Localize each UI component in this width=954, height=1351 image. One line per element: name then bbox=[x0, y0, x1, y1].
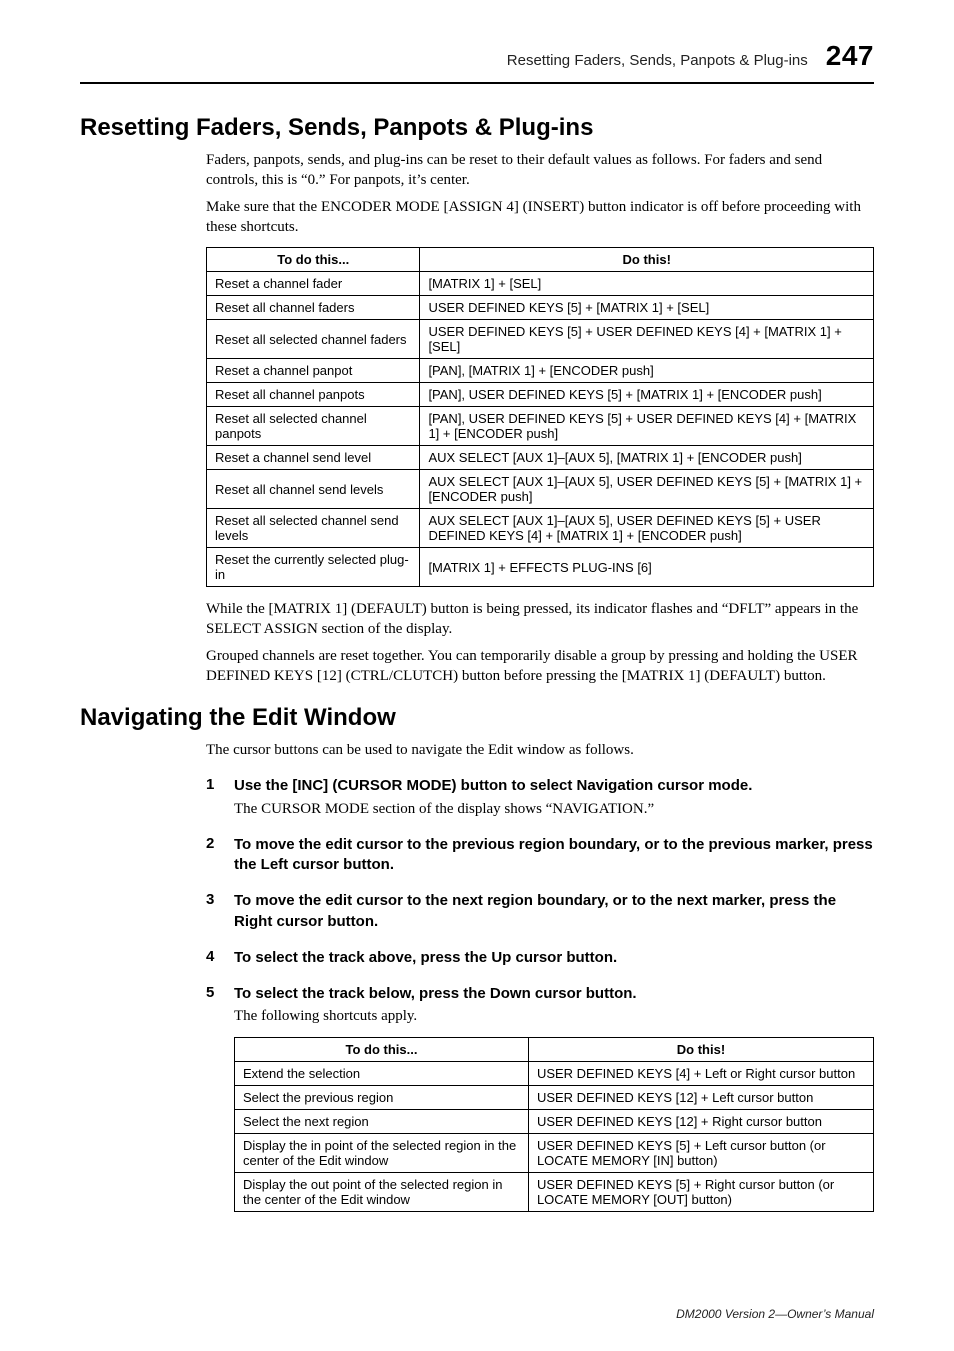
footer-text: DM2000 Version 2—Owner’s Manual bbox=[676, 1307, 874, 1321]
paragraph: While the [MATRIX 1] (DEFAULT) button is… bbox=[206, 599, 874, 640]
table-row: Reset all selected channel panpots[PAN],… bbox=[207, 407, 874, 446]
table-cell: [PAN], [MATRIX 1] + [ENCODER push] bbox=[420, 359, 874, 383]
step-body: The following shortcuts apply. bbox=[234, 1006, 874, 1026]
table-header: Do this! bbox=[420, 248, 874, 272]
table-cell: AUX SELECT [AUX 1]–[AUX 5], USER DEFINED… bbox=[420, 509, 874, 548]
running-head-title: Resetting Faders, Sends, Panpots & Plug-… bbox=[507, 52, 808, 69]
table-cell: Reset all channel send levels bbox=[207, 470, 420, 509]
paragraph: The cursor buttons can be used to naviga… bbox=[206, 740, 874, 760]
section-heading-resetting: Resetting Faders, Sends, Panpots & Plug-… bbox=[80, 114, 874, 142]
table-cell: Reset a channel fader bbox=[207, 272, 420, 296]
table-row: Reset a channel fader[MATRIX 1] + [SEL] bbox=[207, 272, 874, 296]
section-heading-navigating: Navigating the Edit Window bbox=[80, 704, 874, 732]
table-cell: USER DEFINED KEYS [5] + Left cursor butt… bbox=[528, 1133, 873, 1172]
step-body: The CURSOR MODE section of the display s… bbox=[234, 799, 874, 819]
table-row: Reset the currently selected plug-in[MAT… bbox=[207, 548, 874, 587]
navigation-shortcuts-table: To do this... Do this! Extend the select… bbox=[234, 1037, 874, 1212]
table-cell: USER DEFINED KEYS [4] + Left or Right cu… bbox=[528, 1061, 873, 1085]
table-header-row: To do this... Do this! bbox=[207, 248, 874, 272]
table-cell: Reset the currently selected plug-in bbox=[207, 548, 420, 587]
table-row: Display the in point of the selected reg… bbox=[235, 1133, 874, 1172]
table-row: Select the previous regionUSER DEFINED K… bbox=[235, 1085, 874, 1109]
paragraph: Grouped channels are reset together. You… bbox=[206, 646, 874, 687]
table-cell: Extend the selection bbox=[235, 1061, 529, 1085]
steps-list: Use the [INC] (CURSOR MODE) button to se… bbox=[206, 776, 874, 1211]
table-cell: Reset all selected channel faders bbox=[207, 320, 420, 359]
step-item: Use the [INC] (CURSOR MODE) button to se… bbox=[206, 776, 874, 819]
table-row: Reset all selected channel send levelsAU… bbox=[207, 509, 874, 548]
table-row: Reset all channel fadersUSER DEFINED KEY… bbox=[207, 296, 874, 320]
header-rule bbox=[80, 82, 874, 84]
section1-body: Faders, panpots, sends, and plug-ins can… bbox=[206, 150, 874, 686]
paragraph: Faders, panpots, sends, and plug-ins can… bbox=[206, 150, 874, 191]
table-cell: Display the out point of the selected re… bbox=[235, 1172, 529, 1211]
table-cell: Reset all channel faders bbox=[207, 296, 420, 320]
step-title: Use the [INC] (CURSOR MODE) button to se… bbox=[234, 776, 874, 796]
table-cell: Select the previous region bbox=[235, 1085, 529, 1109]
running-head: Resetting Faders, Sends, Panpots & Plug-… bbox=[80, 40, 874, 72]
table-cell: Reset a channel panpot bbox=[207, 359, 420, 383]
table-row: Extend the selectionUSER DEFINED KEYS [4… bbox=[235, 1061, 874, 1085]
table-cell: USER DEFINED KEYS [12] + Right cursor bu… bbox=[528, 1109, 873, 1133]
table-row: Reset all channel send levelsAUX SELECT … bbox=[207, 470, 874, 509]
step-title: To select the track below, press the Dow… bbox=[234, 984, 874, 1004]
table-cell: [PAN], USER DEFINED KEYS [5] + [MATRIX 1… bbox=[420, 383, 874, 407]
table-row: Reset a channel send levelAUX SELECT [AU… bbox=[207, 446, 874, 470]
table-cell: Select the next region bbox=[235, 1109, 529, 1133]
table-row: Select the next regionUSER DEFINED KEYS … bbox=[235, 1109, 874, 1133]
table-header: Do this! bbox=[528, 1037, 873, 1061]
section2-intro-wrap: The cursor buttons can be used to naviga… bbox=[206, 740, 874, 760]
table-cell: Reset all selected channel send levels bbox=[207, 509, 420, 548]
table-row: Reset all channel panpots[PAN], USER DEF… bbox=[207, 383, 874, 407]
table-cell: [PAN], USER DEFINED KEYS [5] + USER DEFI… bbox=[420, 407, 874, 446]
step-item: To select the track above, press the Up … bbox=[206, 948, 874, 968]
step-item: To move the edit cursor to the previous … bbox=[206, 835, 874, 876]
table-row: Reset a channel panpot[PAN], [MATRIX 1] … bbox=[207, 359, 874, 383]
table-cell: Reset all channel panpots bbox=[207, 383, 420, 407]
table-cell: USER DEFINED KEYS [12] + Left cursor but… bbox=[528, 1085, 873, 1109]
table-header: To do this... bbox=[235, 1037, 529, 1061]
table-header: To do this... bbox=[207, 248, 420, 272]
step-title: To select the track above, press the Up … bbox=[234, 948, 874, 968]
step-item: To select the track below, press the Dow… bbox=[206, 984, 874, 1212]
table-cell: [MATRIX 1] + EFFECTS PLUG-INS [6] bbox=[420, 548, 874, 587]
step-title: To move the edit cursor to the next regi… bbox=[234, 891, 874, 932]
table-cell: AUX SELECT [AUX 1]–[AUX 5], [MATRIX 1] +… bbox=[420, 446, 874, 470]
table-cell: AUX SELECT [AUX 1]–[AUX 5], USER DEFINED… bbox=[420, 470, 874, 509]
table-cell: Reset a channel send level bbox=[207, 446, 420, 470]
table-row: Display the out point of the selected re… bbox=[235, 1172, 874, 1211]
step-title: To move the edit cursor to the previous … bbox=[234, 835, 874, 876]
table-cell: Display the in point of the selected reg… bbox=[235, 1133, 529, 1172]
table-cell: USER DEFINED KEYS [5] + Right cursor but… bbox=[528, 1172, 873, 1211]
table-cell: [MATRIX 1] + [SEL] bbox=[420, 272, 874, 296]
table-header-row: To do this... Do this! bbox=[235, 1037, 874, 1061]
table-cell: USER DEFINED KEYS [5] + [MATRIX 1] + [SE… bbox=[420, 296, 874, 320]
table-cell: USER DEFINED KEYS [5] + USER DEFINED KEY… bbox=[420, 320, 874, 359]
table-cell: Reset all selected channel panpots bbox=[207, 407, 420, 446]
table-row: Reset all selected channel fadersUSER DE… bbox=[207, 320, 874, 359]
paragraph: Make sure that the ENCODER MODE [ASSIGN … bbox=[206, 197, 874, 238]
reset-shortcuts-table: To do this... Do this! Reset a channel f… bbox=[206, 247, 874, 587]
step-item: To move the edit cursor to the next regi… bbox=[206, 891, 874, 932]
page: Resetting Faders, Sends, Panpots & Plug-… bbox=[0, 0, 954, 1351]
page-number: 247 bbox=[826, 40, 874, 72]
